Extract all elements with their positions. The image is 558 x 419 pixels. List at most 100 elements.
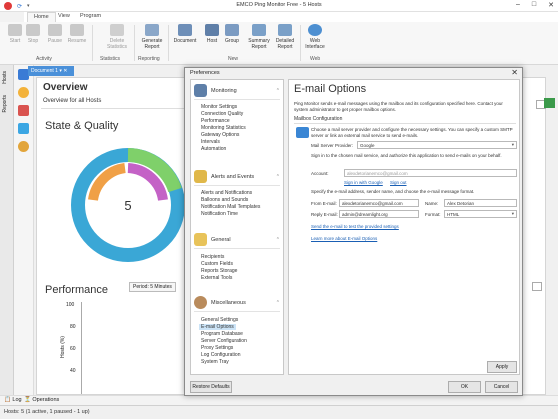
operations-tab[interactable]: ⏳ Operations xyxy=(24,397,59,403)
settings-icon[interactable] xyxy=(532,282,542,291)
reply-email-label: Reply E-mail: xyxy=(311,212,338,217)
file-menu-button[interactable] xyxy=(0,12,24,22)
provider-description: Choose a mail server provider and config… xyxy=(311,127,513,138)
perf-tick: 40 xyxy=(70,368,76,374)
nav-item[interactable]: General Settings xyxy=(201,317,238,323)
tab-view[interactable]: View xyxy=(58,13,70,19)
dialog-close-icon[interactable]: ✕ xyxy=(511,68,518,77)
nav-item[interactable]: System Tray xyxy=(201,359,229,365)
nav-category-monitoring[interactable]: Monitoring ⌃ xyxy=(194,84,280,100)
document-tab[interactable]: Document 1 ▾ ✕ xyxy=(28,66,74,76)
mailbox-config-header: Mailbox Configuration xyxy=(294,116,343,122)
learn-more-link[interactable]: Learn more about E-mail Options xyxy=(311,236,377,241)
detailed-report-button[interactable]: Detailed Report xyxy=(270,22,300,50)
generate-report-button[interactable]: Generate Report xyxy=(136,22,168,50)
page-title: Overview xyxy=(43,82,88,93)
nav-item[interactable]: Automation xyxy=(201,146,226,152)
bottom-panel-bar: 📋 Log ⏳ Operations xyxy=(0,395,558,405)
send-test-email-link[interactable]: Send the e-mail to test the provided set… xyxy=(311,224,399,229)
web-interface-button[interactable]: Web Interface xyxy=(300,22,330,50)
perf-tick: 80 xyxy=(70,324,76,330)
alerts-bell-icon xyxy=(194,170,207,183)
nav-item[interactable]: Program Database xyxy=(201,331,243,337)
groups-icon[interactable] xyxy=(18,123,29,134)
apply-button[interactable]: Apply xyxy=(487,361,517,373)
nav-item[interactable]: Recipients xyxy=(201,254,224,260)
from-email-field[interactable]: alexdetorianemco@gmail.com xyxy=(339,199,419,207)
divider xyxy=(294,123,516,124)
ribbon-tabs: Home View Program xyxy=(0,12,558,22)
nav-item[interactable]: Gateway Options xyxy=(201,132,239,138)
misc-icon xyxy=(194,296,207,309)
perf-tick: 100 xyxy=(66,302,75,308)
nav-item[interactable]: Log Configuration xyxy=(201,352,240,358)
name-label: Name: xyxy=(425,201,439,206)
chevron-up-icon: ⌃ xyxy=(275,236,280,243)
pause-icon xyxy=(48,24,62,36)
period-selector[interactable]: Period: 5 Minutes xyxy=(129,282,176,292)
restore-defaults-button[interactable]: Restore Defaults xyxy=(190,381,232,393)
signout-link[interactable]: Sign out xyxy=(390,180,407,185)
name-field[interactable]: Alex Detorian xyxy=(444,199,517,207)
ribbon-separator xyxy=(168,25,169,61)
delete-statistics-button[interactable]: Delete Statistics xyxy=(100,22,134,50)
nav-item[interactable]: Notification Mail Templates xyxy=(201,204,260,210)
log-tab[interactable]: 📋 Log xyxy=(4,397,22,403)
new-document-button[interactable]: Document xyxy=(170,22,200,44)
cancel-button[interactable]: Cancel xyxy=(485,381,518,393)
nav-item[interactable]: Alerts and Notifications xyxy=(201,190,252,196)
chevron-up-icon: ⌃ xyxy=(275,87,280,94)
alerts-icon[interactable] xyxy=(18,105,29,116)
reports-side-tab[interactable]: Reports xyxy=(2,95,8,113)
new-group-button[interactable]: Group xyxy=(217,22,247,44)
minimize-icon[interactable]: – xyxy=(516,1,520,9)
ribbon-separator xyxy=(92,25,93,61)
nav-category-alerts[interactable]: Alerts and Events ⌃ xyxy=(194,170,280,186)
nav-item[interactable]: Intervals xyxy=(201,139,220,145)
expand-icon[interactable] xyxy=(544,98,555,108)
nav-item[interactable]: Monitoring Statistics xyxy=(201,125,246,131)
nav-item[interactable]: Proxy Settings xyxy=(201,345,233,351)
nav-category-miscellaneous[interactable]: Miscellaneous ⌃ xyxy=(194,296,280,312)
perf-tick: 60 xyxy=(70,346,76,352)
group-activity-label: Activity xyxy=(36,56,52,62)
side-panel-strip: Hosts Reports xyxy=(0,65,14,395)
nav-item-email-options[interactable]: E-mail Options xyxy=(199,324,236,330)
ok-button[interactable]: OK xyxy=(448,381,481,393)
state-icon[interactable] xyxy=(18,87,29,98)
report-icon xyxy=(145,24,159,36)
delete-statistics-icon xyxy=(110,24,124,36)
preferences-dialog: Preferences ✕ Monitoring ⌃ Monitor Settin… xyxy=(184,67,523,396)
nav-item[interactable]: Custom Fields xyxy=(201,261,233,267)
nav-item[interactable]: Notification Time xyxy=(201,211,238,217)
performance-icon[interactable] xyxy=(18,141,29,152)
reply-email-field[interactable]: admin@dreamlight.org xyxy=(339,210,419,218)
provider-select[interactable]: Google ▾ xyxy=(357,141,517,149)
resume-button[interactable]: Resume xyxy=(62,22,92,44)
format-select[interactable]: HTML ▾ xyxy=(444,210,517,218)
tab-home[interactable]: Home xyxy=(27,12,56,22)
account-label: Account: xyxy=(311,171,329,176)
close-window-icon[interactable]: ✕ xyxy=(548,1,554,9)
nav-item[interactable]: Reports Storage xyxy=(201,268,237,274)
signin-google-link[interactable]: Sign in with Google xyxy=(344,180,383,185)
resume-icon xyxy=(70,24,84,36)
nav-item[interactable]: External Tools xyxy=(201,275,232,281)
nav-item[interactable]: Balloons and Sounds xyxy=(201,197,248,203)
detailed-report-icon xyxy=(278,24,292,36)
dialog-title: Preferences xyxy=(190,70,220,76)
nav-item[interactable]: Connection Quality xyxy=(201,111,243,117)
nav-item[interactable]: Performance xyxy=(201,118,230,124)
performance-title: Performance xyxy=(45,284,108,296)
nav-item[interactable]: Server Configuration xyxy=(201,338,247,344)
format-label: Format: xyxy=(425,212,441,217)
tab-program[interactable]: Program xyxy=(80,13,101,19)
nav-item[interactable]: Monitor Settings xyxy=(201,104,237,110)
chevron-up-icon: ⌃ xyxy=(275,173,280,180)
sender-description: Specify the e-mail address, sender name,… xyxy=(311,189,475,194)
nav-category-general[interactable]: General ⌃ xyxy=(194,233,280,249)
account-field[interactable]: alexdetorianemco@gmail.com xyxy=(344,169,517,177)
from-email-label: From E-mail: xyxy=(311,201,337,206)
maximize-icon[interactable]: □ xyxy=(532,1,536,9)
hosts-side-tab[interactable]: Hosts xyxy=(2,71,8,84)
